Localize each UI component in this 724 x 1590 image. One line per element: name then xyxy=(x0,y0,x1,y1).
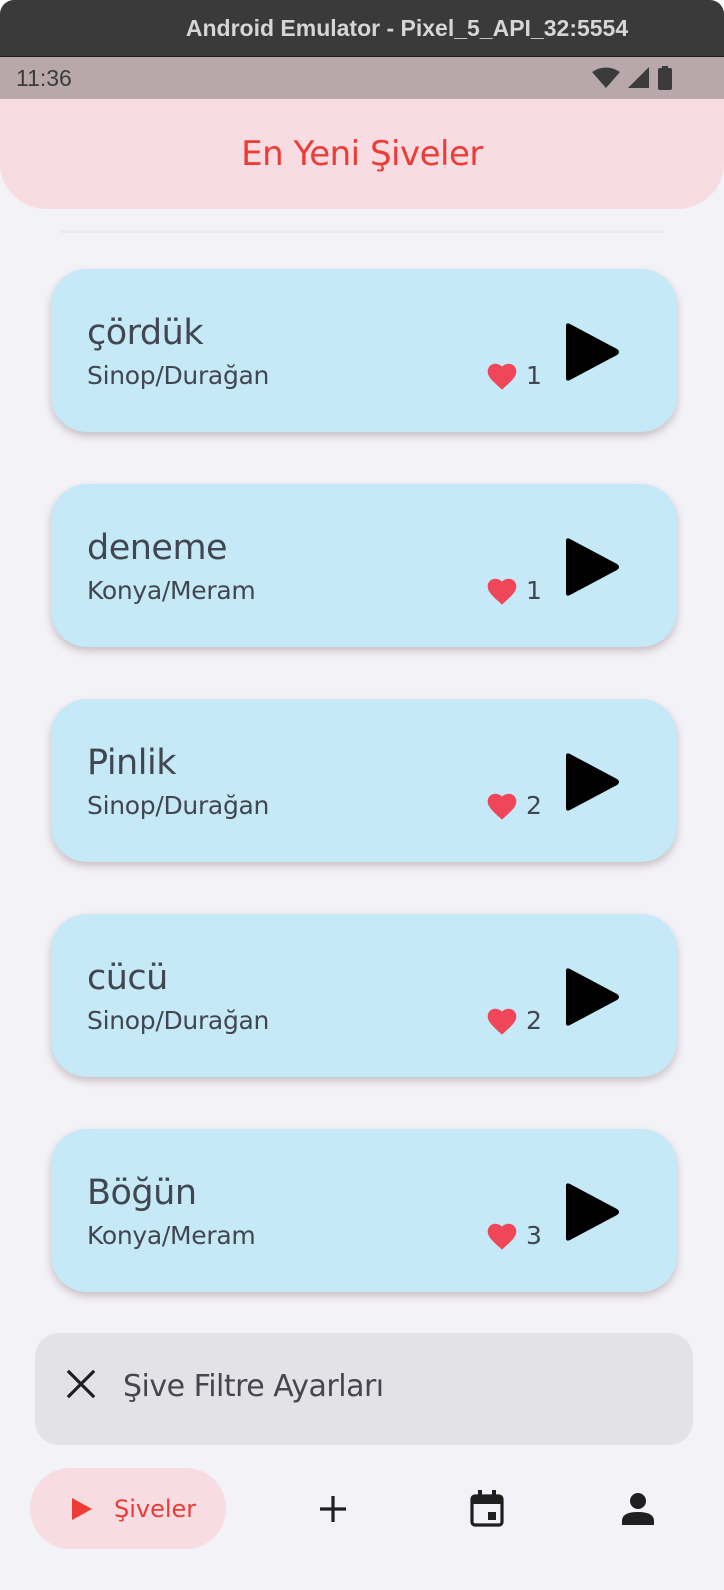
like-count: 1 xyxy=(526,361,542,390)
divider xyxy=(60,230,664,233)
item-word: cücü xyxy=(87,958,168,998)
siveler-list-item[interactable]: cücü Sinop/Durağan 2 xyxy=(51,914,677,1077)
filter-settings-label: Şive Filtre Ayarları xyxy=(123,1369,384,1404)
wifi-icon xyxy=(592,67,620,88)
heart-icon[interactable] xyxy=(485,791,519,821)
like-count: 2 xyxy=(526,1006,542,1035)
play-icon[interactable] xyxy=(561,537,621,597)
heart-icon[interactable] xyxy=(485,1006,519,1036)
filter-settings-panel[interactable]: Şive Filtre Ayarları xyxy=(35,1333,693,1445)
person-icon[interactable] xyxy=(616,1487,660,1531)
play-icon xyxy=(72,1497,92,1520)
siveler-list-item[interactable]: Böğün Konya/Meram 3 xyxy=(51,1129,677,1292)
item-word: çördük xyxy=(87,313,204,353)
heart-icon[interactable] xyxy=(485,576,519,606)
play-icon[interactable] xyxy=(561,322,621,382)
heart-icon[interactable] xyxy=(485,1221,519,1251)
add-icon[interactable] xyxy=(311,1487,355,1531)
emulator-title: Android Emulator - Pixel_5_API_32:5554 xyxy=(185,14,629,41)
status-time: 11:36 xyxy=(16,64,72,91)
item-location: Konya/Meram xyxy=(87,576,256,605)
nav-item-label: Şiveler xyxy=(114,1494,197,1523)
like-count: 1 xyxy=(526,576,542,605)
play-icon[interactable] xyxy=(561,752,621,812)
item-location: Sinop/Durağan xyxy=(87,361,270,390)
siveler-list-item[interactable]: Pinlik Sinop/Durağan 2 xyxy=(51,699,677,862)
calendar-icon[interactable] xyxy=(465,1487,509,1531)
item-location: Sinop/Durağan xyxy=(87,791,270,820)
siveler-list-item[interactable]: çördük Sinop/Durağan 1 xyxy=(51,269,677,432)
play-icon[interactable] xyxy=(561,967,621,1027)
item-word: deneme xyxy=(87,528,228,568)
nav-item-siveler[interactable]: Şiveler xyxy=(30,1468,226,1549)
cellular-signal-icon xyxy=(628,67,649,88)
status-icons xyxy=(592,66,672,90)
emulator-title-bar: Android Emulator - Pixel_5_API_32:5554 xyxy=(0,0,724,57)
play-icon[interactable] xyxy=(561,1182,621,1242)
like-count: 3 xyxy=(526,1221,542,1250)
app-bar: En Yeni Şiveler xyxy=(0,99,724,209)
item-location: Konya/Meram xyxy=(87,1221,256,1250)
item-location: Sinop/Durağan xyxy=(87,1006,270,1035)
status-bar: 11:36 xyxy=(0,57,724,99)
heart-icon[interactable] xyxy=(485,361,519,391)
siveler-list-item[interactable]: deneme Konya/Meram 1 xyxy=(51,484,677,647)
emulator-window: Android Emulator - Pixel_5_API_32:5554 1… xyxy=(0,0,724,1590)
item-word: Böğün xyxy=(87,1173,197,1213)
battery-icon xyxy=(658,66,672,90)
bottom-navigation: Şiveler xyxy=(0,1445,724,1590)
close-icon[interactable] xyxy=(61,1364,101,1404)
like-count: 2 xyxy=(526,791,542,820)
page-title: En Yeni Şiveler xyxy=(241,134,483,174)
item-word: Pinlik xyxy=(87,743,176,783)
